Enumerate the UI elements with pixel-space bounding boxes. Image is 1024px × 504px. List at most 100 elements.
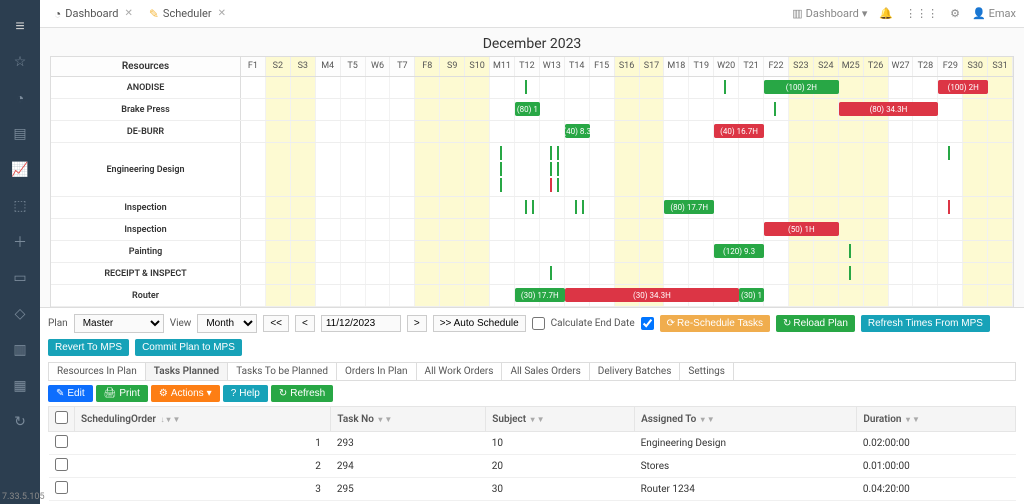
reschedule-button[interactable]: ⟳Re-Schedule Tasks (660, 315, 770, 332)
resources-header: Resources (51, 57, 241, 76)
revert-button[interactable]: Revert To MPS (48, 339, 129, 356)
notifications-icon[interactable]: 🔔 (879, 7, 893, 20)
checkbox-2[interactable] (641, 317, 654, 330)
folder-icon[interactable]: ▭ (8, 266, 32, 290)
gantt-tick[interactable] (550, 266, 552, 280)
chart-icon[interactable]: 📈 (8, 158, 32, 182)
cube-icon[interactable]: ◇ (8, 302, 32, 326)
column-header[interactable]: Subject ▾ ▼ (486, 407, 635, 432)
reload-icon[interactable]: ↻ (8, 410, 32, 434)
reload-plan-button[interactable]: ↻Reload Plan (776, 315, 855, 332)
star-icon[interactable]: ☆ (8, 50, 32, 74)
close-icon[interactable]: ✕ (218, 8, 226, 19)
gantt-tick[interactable] (557, 162, 559, 176)
table-row[interactable]: 329530Router 12340.04:20:00 (49, 478, 1016, 501)
auto-schedule-button[interactable]: >> Auto Schedule (433, 315, 526, 332)
subtab[interactable]: Tasks To be Planned (228, 363, 337, 380)
commit-button[interactable]: Commit Plan to MPS (135, 339, 242, 356)
column-header[interactable]: Task No ▾ ▼ (331, 407, 486, 432)
next-button[interactable]: > (407, 315, 427, 332)
plus-icon[interactable]: ＋ (8, 230, 32, 254)
subtab[interactable]: Delivery Batches (590, 363, 681, 380)
gantt-bar[interactable]: (80) 1 (515, 102, 540, 116)
day-header-cell: W27 (889, 57, 914, 76)
gantt-tick[interactable] (532, 200, 534, 214)
subtab[interactable]: Settings (680, 363, 734, 380)
gantt-tick[interactable] (724, 80, 726, 94)
gantt-tick[interactable] (550, 162, 552, 176)
refresh-times-button[interactable]: Refresh Times From MPS (861, 315, 990, 332)
refresh-button[interactable]: ↻ Refresh (271, 385, 333, 402)
view-select[interactable]: Month (197, 314, 257, 333)
gantt-bar[interactable]: (100) 2H (764, 80, 839, 94)
column-header[interactable]: Assigned To ▾ ▼ (635, 407, 857, 432)
gantt-tick[interactable] (774, 102, 776, 116)
gantt-tick[interactable] (525, 200, 527, 214)
gantt-bar[interactable]: (30) 34.3H (565, 288, 739, 302)
table-row[interactable]: 129310Engineering Design0.02:00:00 (49, 432, 1016, 455)
prev-range-button[interactable]: << (263, 315, 289, 332)
column-header[interactable]: Duration ▾ ▼ (857, 407, 1016, 432)
gantt-tick[interactable] (550, 146, 552, 160)
close-icon[interactable]: ✕ (124, 8, 132, 19)
gantt-tick[interactable] (500, 162, 502, 176)
print-button[interactable]: 🖨 Print (96, 385, 148, 402)
list-icon[interactable]: ▤ (8, 122, 32, 146)
column-header[interactable]: SchedulingOrder ↓ ▾ ▼ (75, 407, 331, 432)
apps-icon[interactable]: ⋮⋮⋮ (905, 7, 938, 20)
gantt-bar[interactable]: (40) 16.7H (714, 124, 764, 138)
dashboard-dropdown[interactable]: ▥ Dashboard ▾ (792, 7, 867, 20)
gantt-tick[interactable] (500, 146, 502, 160)
doc-icon[interactable]: ▥ (8, 338, 32, 362)
gantt-bar[interactable]: (30) 1 (739, 288, 764, 302)
gantt-bar[interactable]: (30) 17.7H (515, 288, 565, 302)
clock-icon[interactable]: ◔ (8, 86, 32, 110)
gantt-bar[interactable]: (120) 9.3 (714, 244, 764, 258)
gantt-tick[interactable] (525, 80, 527, 94)
edit-button[interactable]: ✎ Edit (48, 385, 93, 402)
select-all-checkbox[interactable] (55, 411, 68, 424)
table-row[interactable]: 229420Stores0.01:00:00 (49, 455, 1016, 478)
tab-dashboard[interactable]: ◔ Dashboard ✕ (48, 4, 139, 24)
gantt-tick[interactable] (948, 146, 950, 160)
package-icon[interactable]: ⬚ (8, 194, 32, 218)
user-menu[interactable]: 👤 Emax (972, 7, 1016, 20)
calc-end-date-label: Calculate End Date (551, 318, 635, 329)
subtab[interactable]: All Sales Orders (502, 363, 589, 380)
subtab[interactable]: Resources In Plan (49, 363, 146, 380)
row-checkbox[interactable] (55, 435, 68, 448)
settings-icon[interactable]: ▦ (8, 374, 32, 398)
gantt-bar[interactable]: (100) 2H (938, 80, 988, 94)
row-checkbox[interactable] (55, 481, 68, 494)
tab-scheduler[interactable]: ✎ Scheduler ✕ (143, 4, 232, 24)
plan-select[interactable]: Master (74, 314, 164, 333)
row-checkbox[interactable] (55, 458, 68, 471)
gantt-bar[interactable]: (40) 8.3 (565, 124, 590, 138)
gantt-bar[interactable]: (80) 34.3H (839, 102, 939, 116)
gantt-tick[interactable] (557, 146, 559, 160)
gantt-tick[interactable] (575, 200, 577, 214)
gantt-bar[interactable]: (80) 17.7H (664, 200, 714, 214)
gantt-tick[interactable] (550, 178, 552, 192)
gantt-row: Painting(120) 9.3 (51, 241, 1013, 263)
subtab[interactable]: All Work Orders (417, 363, 503, 380)
settings-gear-icon[interactable]: ⚙ (950, 7, 960, 20)
prev-button[interactable]: < (295, 315, 315, 332)
subtab[interactable]: Tasks Planned (146, 363, 228, 380)
subtab[interactable]: Orders In Plan (337, 363, 417, 380)
calc-end-date-checkbox[interactable] (532, 317, 545, 330)
help-button[interactable]: ? Help (223, 385, 268, 402)
gantt-tick[interactable] (500, 178, 502, 192)
gantt-bar[interactable]: (50) 1H (764, 222, 839, 236)
day-header-cell: F15 (590, 57, 615, 76)
date-input[interactable] (321, 315, 401, 332)
day-header-cell: S23 (789, 57, 814, 76)
gantt-tick[interactable] (849, 266, 851, 280)
gantt-tick[interactable] (582, 200, 584, 214)
actions-button[interactable]: ⚙ Actions ▾ (151, 385, 220, 402)
hamburger-icon[interactable]: ≡ (8, 14, 32, 38)
gantt-tick[interactable] (849, 244, 851, 258)
gantt-tick[interactable] (557, 178, 559, 192)
plan-label: Plan (48, 318, 68, 329)
gantt-tick[interactable] (948, 200, 950, 214)
